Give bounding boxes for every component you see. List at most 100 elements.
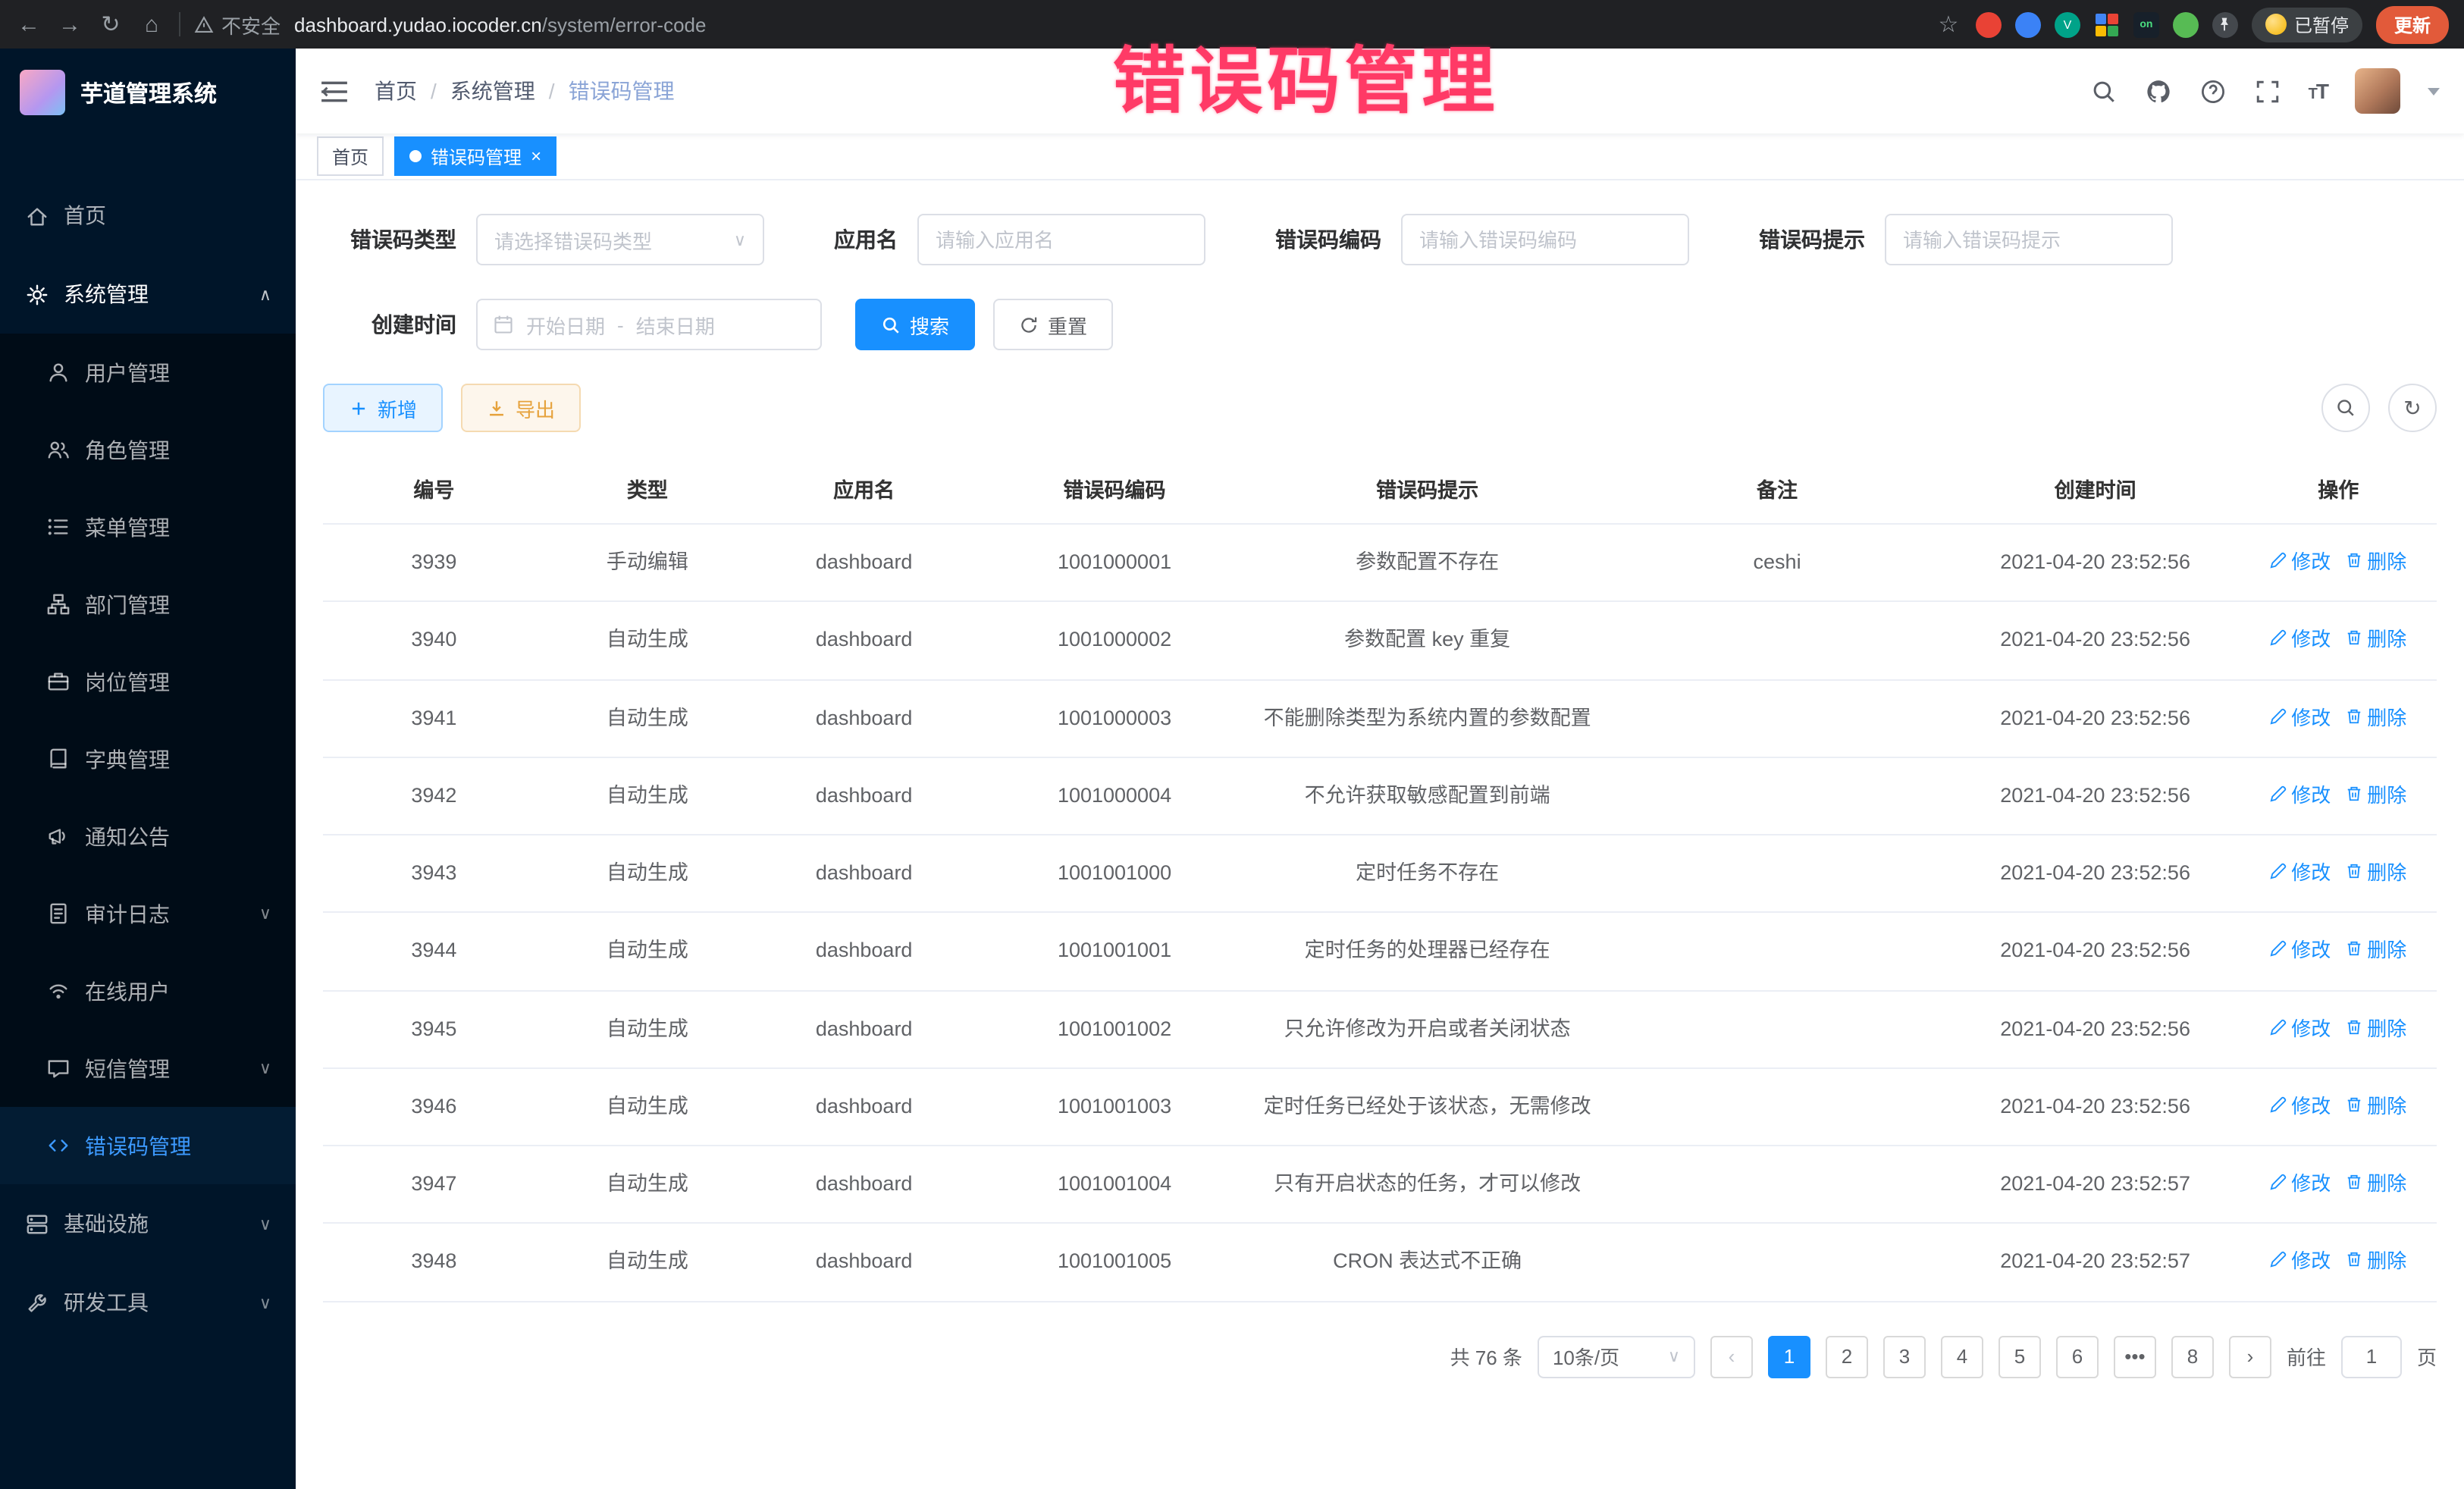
edit-link[interactable]: 修改 (2270, 1247, 2331, 1277)
sidebar-item-角色管理[interactable]: 角色管理 (0, 411, 296, 488)
sidebar-item-首页[interactable]: 首页 (0, 176, 296, 255)
refresh-table-button[interactable]: ↻ (2388, 384, 2437, 432)
extension-blue-icon[interactable] (2015, 11, 2041, 37)
edit-link[interactable]: 修改 (2270, 1092, 2331, 1121)
chevron-down-icon[interactable] (2428, 87, 2440, 95)
edit-link[interactable]: 修改 (2270, 1014, 2331, 1043)
error-hint-input[interactable] (1885, 214, 2173, 265)
reload-icon[interactable]: ↻ (97, 11, 124, 38)
page-button-8[interactable]: 8 (2171, 1335, 2214, 1378)
table-row: 3942自动生成dashboard1001000004不允许获取敏感配置到前端2… (323, 757, 2437, 835)
toggle-search-button[interactable] (2321, 384, 2370, 432)
page-button-1[interactable]: 1 (1768, 1335, 1810, 1378)
delete-link[interactable]: 删除 (2346, 1247, 2406, 1277)
security-indicator[interactable]: 不安全 (194, 10, 281, 39)
extension-teal-icon[interactable]: V (2055, 11, 2080, 37)
search-icon[interactable] (2090, 77, 2118, 105)
pin-icon[interactable] (2212, 11, 2238, 37)
sidebar-item-label: 在线用户 (85, 976, 170, 1006)
page-button-6[interactable]: 6 (2056, 1335, 2099, 1378)
delete-link[interactable]: 删除 (2346, 858, 2406, 888)
breadcrumb-item-错误码管理[interactable]: 错误码管理 (569, 76, 675, 106)
page-size-select[interactable]: 10条/页 ∨ (1538, 1335, 1695, 1378)
sidebar-item-审计日志[interactable]: 审计日志∨ (0, 875, 296, 952)
delete-link[interactable]: 删除 (2346, 1014, 2406, 1043)
extension-grid-icon[interactable] (2094, 11, 2120, 37)
breadcrumb-item-系统管理[interactable]: 系统管理 (450, 76, 535, 106)
page-button-3[interactable]: 3 (1883, 1335, 1926, 1378)
app-logo[interactable]: 芋道管理系统 (0, 49, 296, 136)
github-icon[interactable] (2145, 77, 2172, 105)
error-type-select[interactable]: 请选择错误码类型 ∨ (476, 214, 764, 265)
help-icon[interactable] (2199, 77, 2227, 105)
export-button[interactable]: 导出 (461, 384, 581, 432)
next-page-button[interactable]: › (2229, 1335, 2271, 1378)
sidebar-item-短信管理[interactable]: 短信管理∨ (0, 1030, 296, 1107)
reset-button[interactable]: 重置 (993, 299, 1113, 350)
paused-badge[interactable]: 已暂停 (2252, 7, 2362, 42)
more-pages-button[interactable]: ••• (2114, 1335, 2156, 1378)
delete-link[interactable]: 删除 (2346, 1169, 2406, 1199)
page-button-4[interactable]: 4 (1941, 1335, 1983, 1378)
delete-icon (2346, 703, 2362, 732)
edit-link[interactable]: 修改 (2270, 547, 2331, 577)
bookmark-star-icon[interactable]: ☆ (1935, 11, 1962, 38)
delete-link[interactable]: 删除 (2346, 1092, 2406, 1121)
extension-green-icon[interactable] (2173, 11, 2199, 37)
font-size-icon[interactable]: TT (2309, 79, 2328, 103)
cell-id: 3940 (323, 602, 545, 680)
sidebar-item-岗位管理[interactable]: 岗位管理 (0, 643, 296, 720)
table-row: 3946自动生成dashboard1001001003定时任务已经处于该状态，无… (323, 1068, 2437, 1146)
error-code-input[interactable] (1401, 214, 1689, 265)
back-icon[interactable]: ← (15, 11, 42, 37)
breadcrumb-item-首页[interactable]: 首页 (375, 76, 417, 106)
delete-link[interactable]: 删除 (2346, 703, 2406, 732)
tab-错误码管理[interactable]: 错误码管理× (394, 136, 556, 176)
add-button[interactable]: 新增 (323, 384, 443, 432)
date-range-picker[interactable]: 开始日期 - 结束日期 (476, 299, 822, 350)
sidebar-item-用户管理[interactable]: 用户管理 (0, 334, 296, 411)
cell-time: 2021-04-20 23:52:56 (1951, 835, 2240, 913)
sidebar-item-研发工具[interactable]: 研发工具∨ (0, 1263, 296, 1342)
user-avatar[interactable] (2355, 68, 2400, 114)
app-name-input[interactable] (917, 214, 1205, 265)
prev-page-button[interactable]: ‹ (1710, 1335, 1753, 1378)
sidebar-item-菜单管理[interactable]: 菜单管理 (0, 488, 296, 566)
hamburger-icon[interactable] (320, 76, 350, 106)
page-buttons: 123456 ••• 8 (1768, 1335, 2214, 1378)
update-button[interactable]: 更新 (2376, 5, 2449, 43)
url-bar[interactable]: dashboard.yudao.iocoder.cn/system/error-… (294, 13, 706, 36)
goto-page-input[interactable] (2341, 1335, 2402, 1378)
delete-link[interactable]: 删除 (2346, 625, 2406, 655)
delete-link[interactable]: 删除 (2346, 781, 2406, 810)
sidebar-item-字典管理[interactable]: 字典管理 (0, 720, 296, 798)
fullscreen-icon[interactable] (2254, 77, 2281, 105)
cell-type: 自动生成 (545, 602, 750, 680)
cell-hint: CRON 表达式不正确 (1251, 1224, 1604, 1302)
sidebar-item-通知公告[interactable]: 通知公告 (0, 798, 296, 875)
delete-link[interactable]: 删除 (2346, 936, 2406, 966)
edit-link[interactable]: 修改 (2270, 1169, 2331, 1199)
sidebar-item-部门管理[interactable]: 部门管理 (0, 566, 296, 643)
home-icon[interactable]: ⌂ (138, 11, 165, 37)
edit-link[interactable]: 修改 (2270, 703, 2331, 732)
edit-link[interactable]: 修改 (2270, 936, 2331, 966)
search-button[interactable]: 搜索 (855, 299, 975, 350)
edit-link[interactable]: 修改 (2270, 858, 2331, 888)
close-icon[interactable]: × (531, 147, 541, 165)
sidebar-item-基础设施[interactable]: 基础设施∨ (0, 1184, 296, 1263)
table-row: 3944自动生成dashboard1001001001定时任务的处理器已经存在2… (323, 913, 2437, 991)
delete-link[interactable]: 删除 (2346, 547, 2406, 577)
sidebar-item-错误码管理[interactable]: 错误码管理 (0, 1107, 296, 1184)
edit-link[interactable]: 修改 (2270, 781, 2331, 810)
forward-icon[interactable]: → (56, 11, 83, 37)
edit-link[interactable]: 修改 (2270, 625, 2331, 655)
page-button-5[interactable]: 5 (1998, 1335, 2041, 1378)
sidebar-item-在线用户[interactable]: 在线用户 (0, 952, 296, 1030)
sidebar-item-系统管理[interactable]: 系统管理∧ (0, 255, 296, 334)
table-row: 3940自动生成dashboard1001000002参数配置 key 重复20… (323, 602, 2437, 680)
extension-on-icon[interactable]: on (2133, 11, 2159, 37)
tab-首页[interactable]: 首页 (317, 136, 384, 176)
extension-red-icon[interactable] (1976, 11, 2002, 37)
page-button-2[interactable]: 2 (1826, 1335, 1868, 1378)
